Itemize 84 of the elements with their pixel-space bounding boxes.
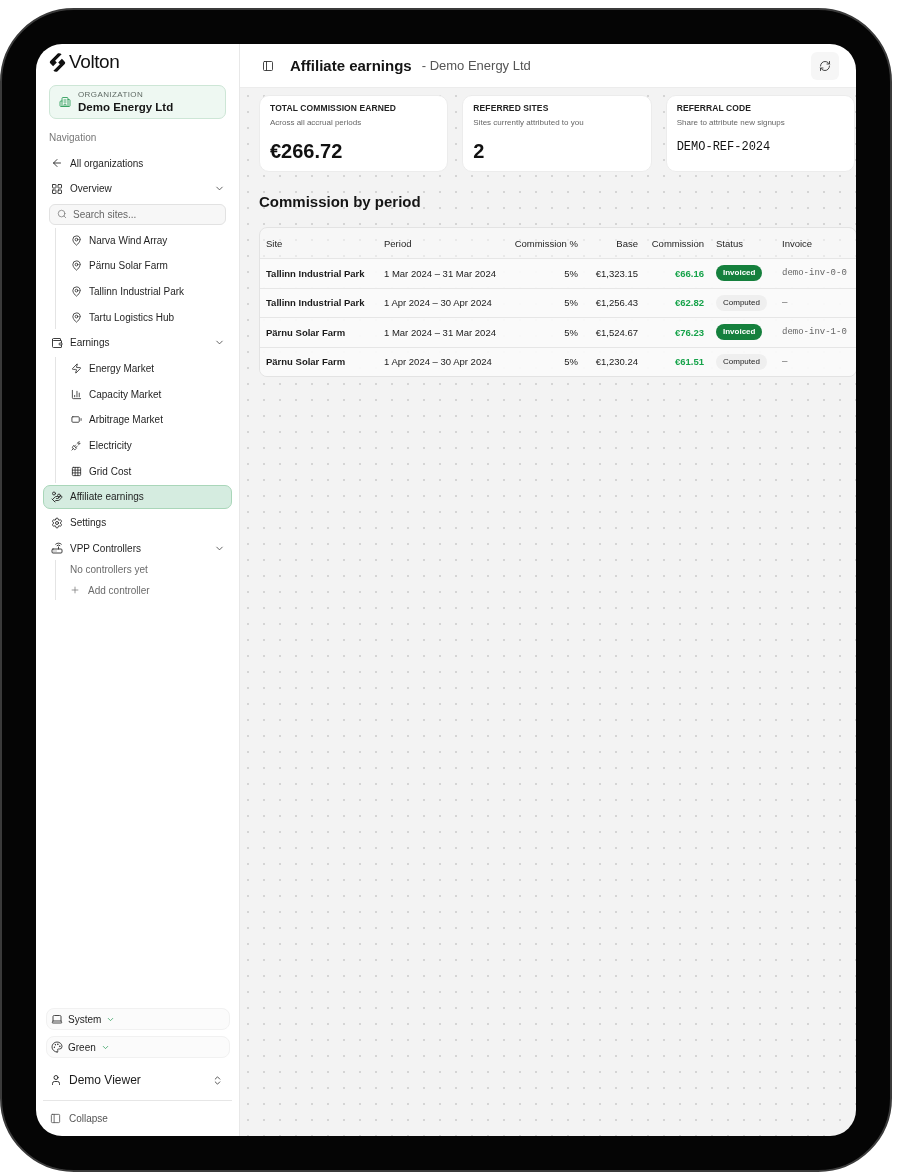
panel-left-icon <box>50 1112 61 1124</box>
nav-item[interactable]: VPP Controllers <box>43 536 232 561</box>
settings-icon <box>51 516 63 529</box>
stat-caption: Sites currently attributed to you <box>473 117 585 128</box>
nav-subitem[interactable]: Arbitrage Market <box>56 407 232 432</box>
stat-label: REFERRED SITES <box>473 103 550 114</box>
collapse-button[interactable]: Collapse <box>43 1107 232 1129</box>
nav-subitem[interactable]: Narva Wind Array <box>56 228 232 253</box>
table-cell: 5% <box>506 258 584 288</box>
table-cell: Pärnu Solar Farm <box>260 346 378 376</box>
column-header: Base <box>615 236 639 251</box>
nav-subitem[interactable]: Electricity <box>56 433 232 458</box>
palette-icon <box>51 1041 63 1053</box>
theme-mode-button[interactable]: System <box>46 1008 230 1030</box>
page-title: Affiliate earnings <box>290 57 412 74</box>
map-pin-icon <box>71 260 82 272</box>
user-icon <box>50 1074 62 1086</box>
column-header: Commission % <box>513 236 579 251</box>
stat-label: REFERRAL CODE <box>676 103 752 114</box>
arrow-left-icon <box>51 157 63 169</box>
table-cell: — <box>776 346 856 376</box>
table-cell: 1 Mar 2024 – 31 Mar 2024 <box>378 258 506 288</box>
column-header: Period <box>383 236 413 251</box>
table-cell: €66.16 <box>644 258 710 288</box>
section-label: Navigation <box>49 131 98 145</box>
table-cell: demo-inv-0-0 <box>776 258 856 288</box>
nav-item[interactable]: All organizations <box>43 151 232 175</box>
status-badge: Computed <box>716 353 767 370</box>
battery-icon <box>71 414 82 426</box>
nav-subitem[interactable]: Pärnu Solar Farm <box>56 253 232 278</box>
hand-coins-icon <box>51 490 63 503</box>
nav-item[interactable]: Settings <box>43 510 232 535</box>
map-pin-icon <box>71 285 82 297</box>
status-badge: Invoiced <box>716 265 763 282</box>
page-subtitle: - Demo Energy Ltd <box>421 58 531 73</box>
lightning-icon <box>71 363 82 374</box>
user-menu-button[interactable]: Demo Viewer <box>43 1068 232 1092</box>
laptop-icon <box>51 1013 63 1025</box>
nav-subitem[interactable]: Grid Cost <box>56 459 232 484</box>
nav-subitem[interactable]: Tartu Logistics Hub <box>56 305 232 330</box>
status-badge: Invoiced <box>716 324 763 341</box>
stat-value: 2 <box>473 139 486 163</box>
map-pin-icon <box>71 234 82 246</box>
brand-name: Volton <box>69 52 120 72</box>
building-icon <box>59 96 71 108</box>
chevrons-up-down-icon <box>212 1074 223 1086</box>
stat-label: TOTAL COMMISSION EARNED <box>270 103 398 114</box>
logo-icon <box>49 52 66 72</box>
grid-icon <box>71 465 82 477</box>
column-header: Invoice <box>781 236 814 251</box>
map-pin-icon <box>71 311 82 323</box>
plus-icon <box>70 585 80 596</box>
plug-icon <box>71 440 82 452</box>
refresh-icon <box>819 59 831 72</box>
column-header: Site <box>265 236 284 251</box>
organization-label: ORGANIZATION <box>78 90 145 100</box>
section-title: Commission by period <box>259 193 422 211</box>
search-field[interactable]: Search sites... <box>49 203 226 225</box>
nav-subitem[interactable]: Tallinn Industrial Park <box>56 279 232 304</box>
column-header: Commission <box>650 236 705 251</box>
stat-caption: Across all accrual periods <box>270 117 363 128</box>
router-icon <box>51 542 63 555</box>
refresh-button[interactable] <box>811 51 839 80</box>
organization-name: Demo Energy Ltd <box>78 100 174 114</box>
wallet-icon <box>51 336 63 349</box>
grid-icon <box>51 182 63 195</box>
panel-left-icon <box>262 59 274 72</box>
nav-subitem[interactable]: Energy Market <box>56 356 232 381</box>
add-controller-button[interactable]: Add controller <box>56 580 232 601</box>
bar-chart-icon <box>71 388 82 400</box>
nav-item[interactable]: Overview <box>43 176 232 201</box>
search-icon <box>57 209 67 220</box>
stat-value: DEMO-REF-2024 <box>676 140 772 154</box>
table-cell: €1,323.15 <box>584 258 644 288</box>
status-badge: Computed <box>716 294 767 311</box>
table-cell: Tallinn Industrial Park <box>260 258 378 288</box>
empty-note: No controllers yet <box>69 563 149 578</box>
nav-item[interactable]: Affiliate earnings <box>43 484 232 509</box>
stat-value: €266.72 <box>270 139 344 163</box>
stat-caption: Share to attribute new signups <box>676 117 786 128</box>
nav-subitem[interactable]: Capacity Market <box>56 382 232 407</box>
color-theme-button[interactable]: Green <box>46 1036 230 1058</box>
column-header: Status <box>715 236 744 251</box>
nav-item[interactable]: Earnings <box>43 330 232 355</box>
